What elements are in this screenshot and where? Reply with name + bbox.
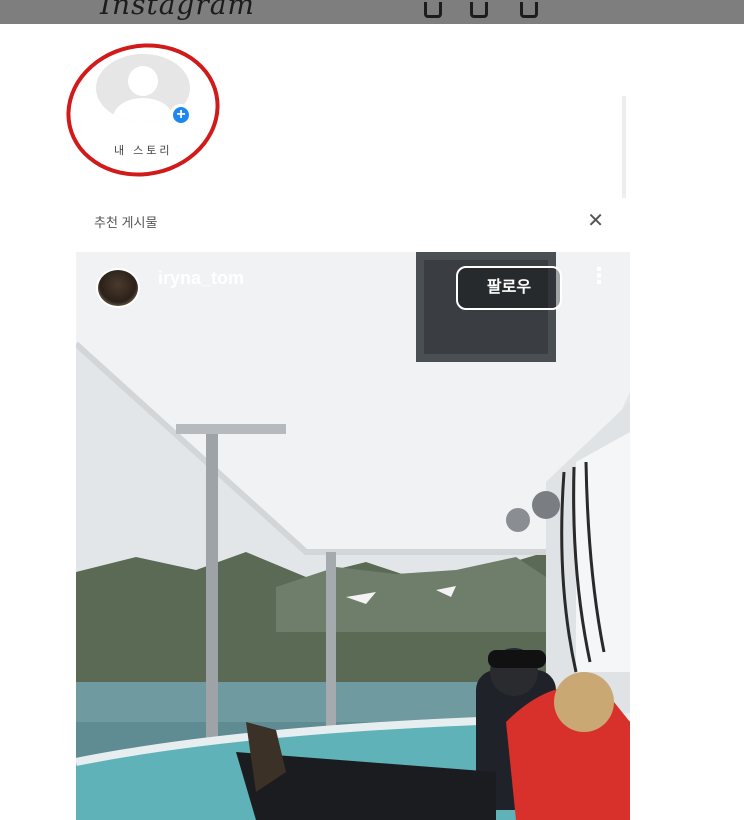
recommended-posts-header: 추천 게시물 ✕ [76,198,626,252]
recommended-title: 추천 게시물 [94,215,158,230]
instagram-logo[interactable]: Instagram [100,0,255,21]
post-username[interactable]: iryna_tom [158,268,244,289]
messenger-icon[interactable] [470,2,488,18]
red-annotation-circle [53,29,233,191]
post-header: iryna_tom altego_music • Toxic x Dark Ho… [76,252,630,322]
follow-button[interactable]: 팔로우 [456,266,562,310]
menu-icon[interactable] [520,2,538,18]
post-media[interactable]: iryna_tom altego_music • Toxic x Dark Ho… [76,252,630,820]
post-audio-label[interactable]: altego_music • Toxic x Dark Horse [160,290,372,305]
app-top-bar: Instagram [0,0,744,24]
boat-scene-image [76,252,630,820]
more-options-icon[interactable]: ⋮ [588,265,610,287]
heart-icon[interactable] [424,2,442,18]
post-author-avatar[interactable] [96,268,140,308]
close-icon[interactable]: ✕ [587,208,604,233]
